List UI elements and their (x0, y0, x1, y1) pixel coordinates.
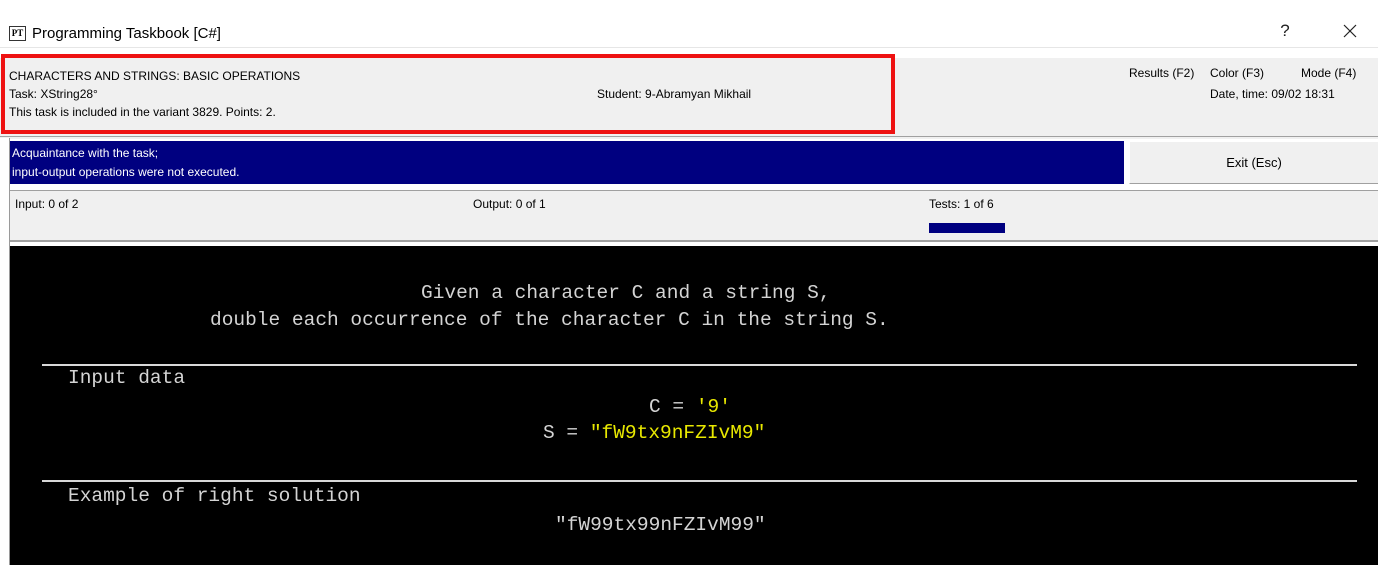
description-line-2: double each occurrence of the character … (210, 309, 889, 331)
example-header: Example of right solution (68, 485, 361, 507)
help-button[interactable]: ? (1270, 20, 1300, 42)
date-time: Date, time: 09/02 18:31 (1210, 87, 1335, 101)
example-solution: "fW99tx99nFZIvM99" (555, 514, 766, 536)
tests-counter[interactable]: Tests: 1 of 6 (929, 197, 994, 211)
exit-button[interactable]: Exit (Esc) (1129, 141, 1378, 184)
input-c-label: C = (649, 396, 696, 418)
status-panel: Acquaintance with the task; input-output… (10, 141, 1124, 184)
input-s: S = "fW9tx9nFZIvM9" (543, 422, 765, 444)
input-c: C = '9' (649, 396, 731, 418)
mode-button[interactable]: Mode (F4) (1301, 66, 1356, 80)
task-console: Given a character C and a string S, doub… (10, 246, 1378, 565)
app-icon: PT (9, 26, 26, 41)
output-counter: Output: 0 of 1 (473, 197, 546, 211)
window-title: Programming Taskbook [C#] (32, 25, 221, 42)
counters-panel: Input: 0 of 2 Output: 0 of 1 Tests: 1 of… (10, 190, 1378, 242)
tests-progress-bar (929, 223, 1005, 233)
results-button[interactable]: Results (F2) (1129, 66, 1194, 80)
close-button[interactable] (1330, 20, 1370, 42)
color-button[interactable]: Color (F3) (1210, 66, 1264, 80)
input-s-value: "fW9tx9nFZIvM9" (589, 422, 766, 444)
input-data-header: Input data (68, 367, 186, 389)
close-icon (1343, 24, 1357, 38)
window-frame-left (0, 138, 10, 565)
input-s-label: S = (543, 422, 590, 444)
input-counter: Input: 0 of 2 (15, 197, 79, 211)
highlight-annotation (1, 54, 895, 134)
section-divider (42, 480, 1357, 482)
section-divider (42, 364, 1357, 366)
status-line-1: Acquaintance with the task; (12, 146, 159, 160)
description-line-1: Given a character C and a string S, (421, 282, 831, 304)
title-bar: PT Programming Taskbook [C#] ? (0, 0, 1378, 48)
status-line-2: input-output operations were not execute… (12, 165, 240, 179)
input-c-value: '9' (695, 396, 731, 418)
divider (0, 136, 1378, 137)
